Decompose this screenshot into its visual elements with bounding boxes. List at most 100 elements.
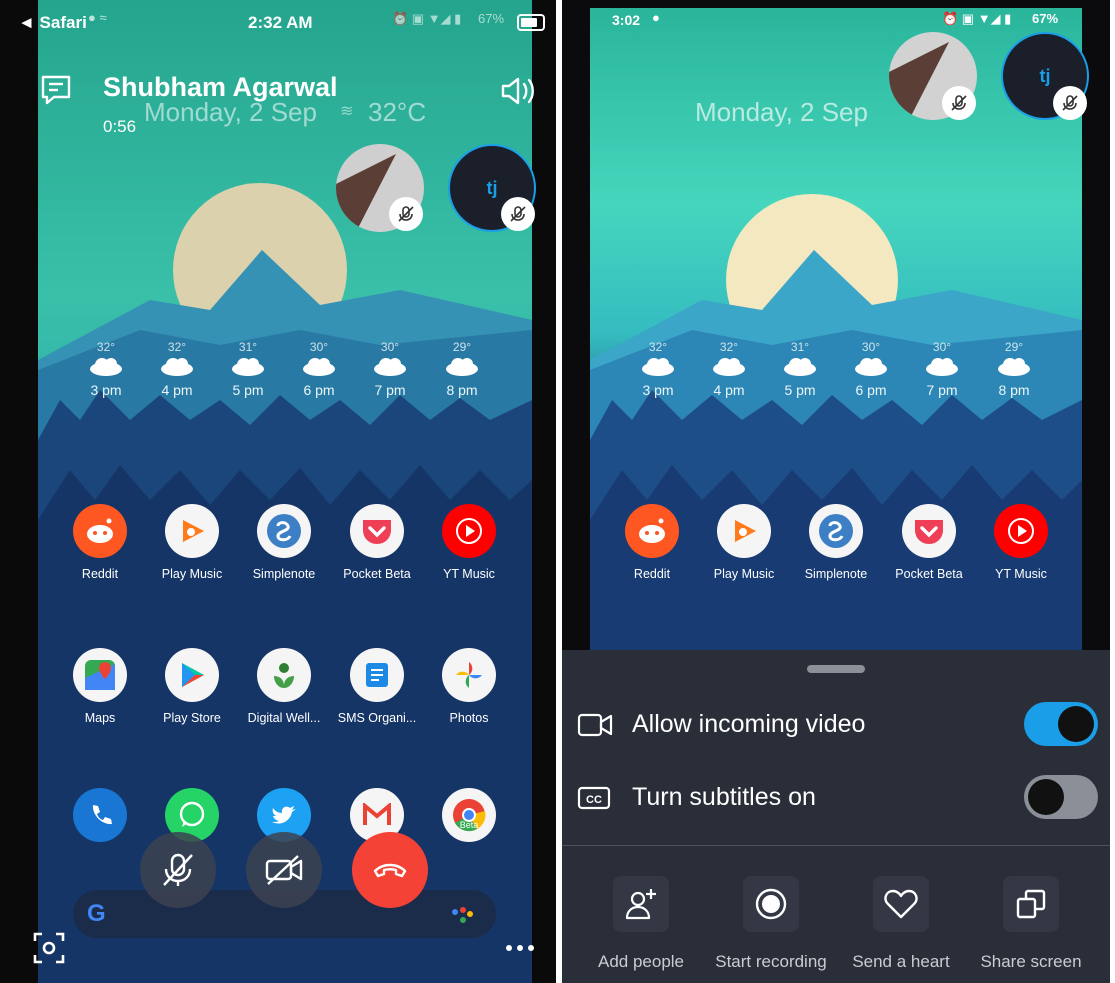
- forecast-temp: 30°: [309, 340, 329, 354]
- closed-captions-icon: CC: [577, 785, 611, 816]
- action-label: Start recording: [715, 952, 827, 971]
- forecast-hour: 8 pm: [446, 382, 478, 398]
- forecast-hour: 7 pm: [374, 382, 406, 398]
- mute-button[interactable]: [140, 832, 216, 908]
- action-label: Add people: [597, 952, 685, 971]
- sheet-divider: [562, 845, 1110, 846]
- app-label: Reddit: [81, 567, 119, 581]
- app-label: YT Music: [995, 567, 1047, 581]
- forecast-temp: 32°: [167, 340, 187, 354]
- simplenote-icon: [257, 504, 311, 558]
- signal-icons: ⏰ ▣ ▼◢ ▮: [942, 11, 1012, 26]
- mic-muted-icon: [1053, 86, 1087, 120]
- app-yt-music: YT Music: [979, 504, 1063, 581]
- forecast-temp: 29°: [452, 340, 472, 354]
- screenshot-icon[interactable]: [32, 931, 66, 970]
- share-screen-icon: [1003, 876, 1059, 932]
- forecast-hour: 5 pm: [784, 382, 816, 398]
- forecast-item: 30° 7 pm: [364, 340, 416, 398]
- subtitles-toggle[interactable]: [1024, 775, 1098, 819]
- end-call-button[interactable]: [352, 832, 428, 908]
- cloud-icon: [151, 354, 203, 378]
- app-sms-organizer: SMS Organi...: [335, 648, 419, 725]
- app-label: Digital Well...: [247, 711, 321, 725]
- app-simplenote: Simplenote: [242, 504, 326, 581]
- share-screen-button[interactable]: Share screen: [961, 876, 1101, 972]
- allow-video-toggle[interactable]: [1024, 702, 1098, 746]
- reddit-icon: [73, 504, 127, 558]
- forecast-hour: 8 pm: [998, 382, 1030, 398]
- cloud-icon: [80, 354, 132, 378]
- wallpaper-date: Monday, 2 Sep: [695, 97, 868, 127]
- yt-music-icon: [442, 504, 496, 558]
- battery-icon: [517, 14, 545, 31]
- app-label: Play Music: [713, 567, 775, 581]
- app-pocket-beta: Pocket Beta: [335, 504, 419, 581]
- forecast-hour: 5 pm: [232, 382, 264, 398]
- status-time: 2:32 AM: [248, 13, 313, 32]
- forecast-temp: 32°: [96, 340, 116, 354]
- forecast-item: 30° 7 pm: [916, 340, 968, 398]
- app-label: Pocket Beta: [343, 567, 411, 581]
- forecast-hour: 4 pm: [713, 382, 745, 398]
- app-phone: [58, 788, 142, 842]
- forecast-hour: 3 pm: [642, 382, 674, 398]
- allow-video-label: Allow incoming video: [632, 710, 866, 738]
- video-toggle-button[interactable]: [246, 832, 322, 908]
- app-chrome-beta: Beta: [427, 788, 511, 842]
- app-digital-wellbeing: Digital Well...: [242, 648, 326, 725]
- cloud-icon: [364, 354, 416, 378]
- status-time: 3:02: [612, 12, 641, 28]
- reddit-icon: [625, 504, 679, 558]
- forecast-item: 32° 3 pm: [632, 340, 684, 398]
- forecast-hour: 7 pm: [926, 382, 958, 398]
- assistant-icon: [452, 907, 473, 923]
- sheet-drag-handle[interactable]: [807, 665, 865, 673]
- chat-icon[interactable]: [40, 74, 72, 111]
- app-label: Photos: [449, 711, 489, 725]
- app-reddit: Reddit: [610, 504, 694, 581]
- speaker-icon[interactable]: [500, 76, 538, 111]
- forecast-temp: 30°: [932, 340, 952, 354]
- chrome-beta-icon: Beta: [442, 788, 496, 842]
- forecast-item: 32° 4 pm: [151, 340, 203, 398]
- skype-status-icon: ●: [652, 10, 660, 25]
- cloud-icon: [222, 354, 274, 378]
- send-heart-button[interactable]: Send a heart: [831, 876, 971, 972]
- skype-status-icon: ● ≈: [88, 10, 107, 25]
- app-label: Play Store: [163, 711, 221, 725]
- forecast-item: 29° 8 pm: [988, 340, 1040, 398]
- cloud-icon: [632, 354, 684, 378]
- more-options-icon[interactable]: [505, 940, 537, 958]
- forecast-hour: 3 pm: [90, 382, 122, 398]
- back-to-safari[interactable]: ◄ Safari: [18, 13, 87, 33]
- app-pocket-beta: Pocket Beta: [887, 504, 971, 581]
- add-people-button[interactable]: Add people: [571, 876, 711, 972]
- beta-label: Beta: [459, 820, 479, 830]
- photos-icon: [442, 648, 496, 702]
- haze-icon: ≋: [340, 103, 354, 120]
- forecast-temp: 30°: [380, 340, 400, 354]
- forecast-temp: 32°: [719, 340, 739, 354]
- video-camera-icon: [577, 712, 613, 743]
- cloud-icon: [703, 354, 755, 378]
- forecast-hour: 6 pm: [855, 382, 887, 398]
- forecast-item: 30° 6 pm: [845, 340, 897, 398]
- pocket-icon: [902, 504, 956, 558]
- simplenote-icon: [809, 504, 863, 558]
- phone-icon: [73, 788, 127, 842]
- app-label: YT Music: [443, 567, 495, 581]
- right-call-screen: 3:02 ● ⏰ ▣ ▼◢ ▮ 67% Monday, 2 Sep tj 32°…: [562, 0, 1110, 983]
- cloud-icon: [845, 354, 897, 378]
- mic-muted-icon: [501, 197, 535, 231]
- forecast-temp: 31°: [790, 340, 810, 354]
- google-logo: G: [87, 900, 106, 927]
- app-photos: Photos: [427, 648, 511, 725]
- app-label: Simplenote: [804, 567, 868, 581]
- cloud-icon: [774, 354, 826, 378]
- record-icon: [743, 876, 799, 932]
- app-label: Play Music: [161, 567, 223, 581]
- maps-icon: [73, 648, 127, 702]
- cloud-icon: [436, 354, 488, 378]
- start-recording-button[interactable]: Start recording: [701, 876, 841, 972]
